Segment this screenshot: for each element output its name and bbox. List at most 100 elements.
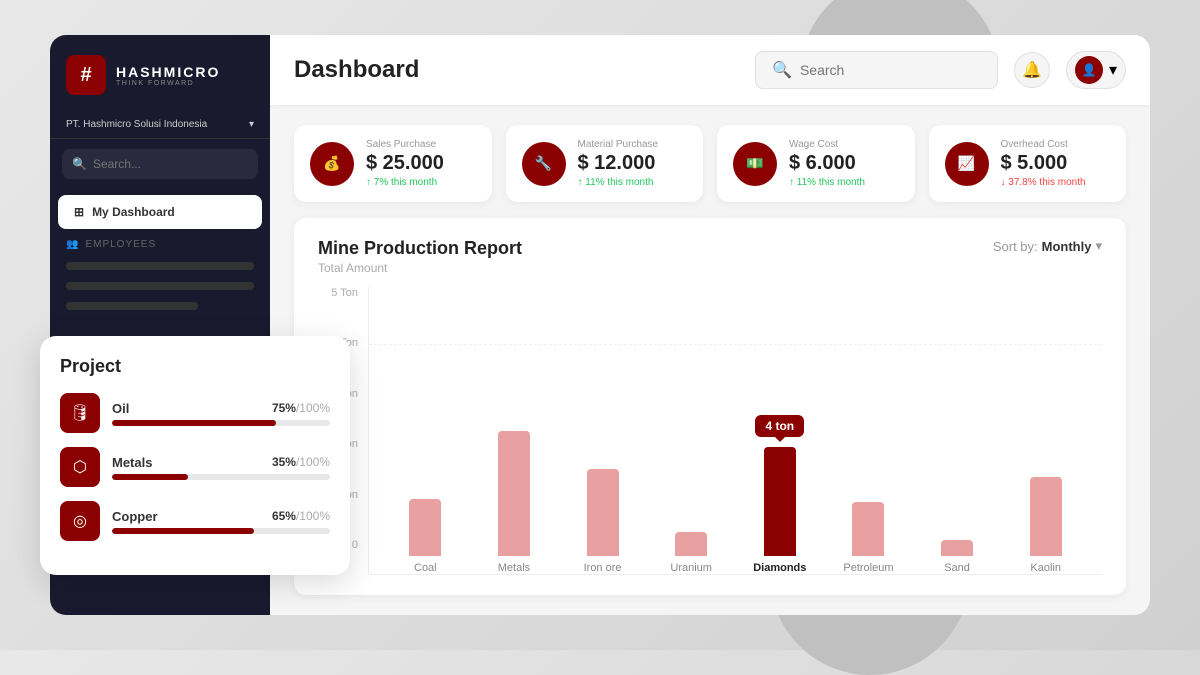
stat-icon-2: 💵 [733,142,777,186]
dropdown-icon: ▾ [249,119,254,130]
project-name-0: Oil [112,401,129,416]
bar-group-3: Uranium [655,532,728,574]
stat-change-2: ↑ 11% this month [789,177,865,188]
project-icon-2: ◎ [60,501,100,541]
chart-subtitle: Total Amount [318,261,522,275]
stat-change-0: ↑ 7% this month [366,177,444,188]
project-name-row-1: Metals 35%/100% [112,455,330,470]
search-bar[interactable]: 🔍 [755,51,998,89]
progress-bar-bg-1 [112,474,330,480]
sidebar-search-input[interactable] [93,157,248,171]
bar-uranium [675,532,707,556]
bar-group-1: Metals [478,431,551,574]
logo-tagline: THINK FORWARD [116,80,220,87]
stat-icon-1: 🔧 [522,142,566,186]
user-avatar: 👤 [1075,56,1103,84]
stat-info-3: Overhead Cost $ 5.000 ↓ 37.8% this month [1001,139,1086,188]
progress-bar-fill-0 [112,420,276,426]
bar-kaolin [1030,477,1062,556]
bar-label-6: Sand [944,562,970,574]
logo-icon: # [66,55,106,95]
avatar-initials: 👤 [1081,63,1096,77]
chart-header: Mine Production Report Total Amount Sort… [318,238,1102,275]
y-axis-label: 5 Ton [331,287,358,299]
stat-change-3: ↓ 37.8% this month [1001,177,1086,188]
sidebar-logo: # HASHMICRO THINK FORWARD [50,55,270,111]
search-input[interactable] [800,62,981,78]
bar-label-3: Uranium [670,562,712,574]
project-card: Project 🛢 Oil 75%/100% ⬡ Metals 35%/100%… [40,336,350,575]
stat-value-0: $ 25.000 [366,152,444,175]
page-title: Dashboard [294,56,419,84]
project-name-row-0: Oil 75%/100% [112,401,330,416]
chart-section: Mine Production Report Total Amount Sort… [294,218,1126,595]
project-details-2: Copper 65%/100% [112,509,330,534]
stat-icon-3: 📈 [945,142,989,186]
bar-label-1: Metals [498,562,530,574]
company-name: PT. Hashmicro Solusi Indonesia [66,119,207,130]
y-axis-label: 0 [352,539,358,551]
progress-bar-fill-1 [112,474,188,480]
stat-info-2: Wage Cost $ 6.000 ↑ 11% this month [789,139,865,188]
project-item-copper: ◎ Copper 65%/100% [60,501,330,541]
logo-text: HASHMICRO THINK FORWARD [116,64,220,87]
bar-label-4: Diamonds [753,562,806,574]
sort-dropdown-icon: ▾ [1095,238,1102,254]
stat-card-3: 📈 Overhead Cost $ 5.000 ↓ 37.8% this mon… [929,125,1127,202]
stat-label-0: Sales Purchase [366,139,444,150]
bar-tooltip: 4 ton [755,415,804,437]
sort-control[interactable]: Sort by: Monthly ▾ [993,238,1102,254]
chart-area: 5 Ton4 Ton3 Ton2 Ton1 Ton0 Coal Metals I… [318,287,1102,575]
project-percent-2: 65%/100% [272,509,330,523]
bars-area: Coal Metals Iron ore Uranium 4 ton Diamo… [368,287,1102,575]
stat-value-2: $ 6.000 [789,152,865,175]
stat-change-1: ↑ 11% this month [578,177,659,188]
project-name-1: Metals [112,455,152,470]
user-dropdown-icon: ▾ [1109,60,1117,80]
stat-card-0: 💰 Sales Purchase $ 25.000 ↑ 7% this mont… [294,125,492,202]
bar-metals [498,431,530,556]
bar-group-4: 4 ton Diamonds [744,447,817,574]
sidebar-item-dashboard[interactable]: ⊞ My Dashboard [58,195,262,229]
progress-bar-bg-0 [112,420,330,426]
project-item-metals: ⬡ Metals 35%/100% [60,447,330,487]
bar-coal [409,499,441,556]
project-details-1: Metals 35%/100% [112,455,330,480]
sort-value: Monthly [1042,239,1092,254]
user-button[interactable]: 👤 ▾ [1066,51,1126,89]
stat-info-0: Sales Purchase $ 25.000 ↑ 7% this month [366,139,444,188]
stats-row: 💰 Sales Purchase $ 25.000 ↑ 7% this mont… [294,125,1126,202]
topbar: Dashboard 🔍 🔔 👤 ▾ [270,35,1150,105]
chart-title: Mine Production Report [318,238,522,259]
bar-group-0: Coal [389,499,462,574]
stat-label-1: Material Purchase [578,139,659,150]
nav-placeholder-1 [66,262,254,270]
sidebar-search[interactable]: 🔍 [62,149,258,179]
stat-value-3: $ 5.000 [1001,152,1086,175]
bar-iron-ore [587,469,619,556]
bar-label-2: Iron ore [584,562,622,574]
bar-diamonds [764,447,796,556]
bar-chart: 5 Ton4 Ton3 Ton2 Ton1 Ton0 Coal Metals I… [318,287,1102,575]
dashboard-body: 💰 Sales Purchase $ 25.000 ↑ 7% this mont… [270,105,1150,615]
notification-button[interactable]: 🔔 [1014,52,1050,88]
bar-group-6: Sand [921,540,994,574]
bar-label-0: Coal [414,562,437,574]
search-icon: 🔍 [772,60,792,80]
bar-group-5: Petroleum [832,502,905,574]
bars-inner: Coal Metals Iron ore Uranium 4 ton Diamo… [368,287,1102,575]
nav-placeholder-3 [66,302,198,310]
sidebar-item-label: My Dashboard [92,205,175,219]
chart-title-group: Mine Production Report Total Amount [318,238,522,275]
stat-label-3: Overhead Cost [1001,139,1086,150]
nav-placeholder-2 [66,282,254,290]
employees-icon: 👥 [66,239,79,250]
bar-label-5: Petroleum [843,562,893,574]
sidebar-search-icon: 🔍 [72,157,87,171]
notification-icon: 🔔 [1022,60,1042,80]
section-label-text: EMPLOYEES [85,239,156,250]
company-selector[interactable]: PT. Hashmicro Solusi Indonesia ▾ [50,111,270,139]
stat-card-2: 💵 Wage Cost $ 6.000 ↑ 11% this month [717,125,915,202]
project-icon-0: 🛢 [60,393,100,433]
stat-label-2: Wage Cost [789,139,865,150]
